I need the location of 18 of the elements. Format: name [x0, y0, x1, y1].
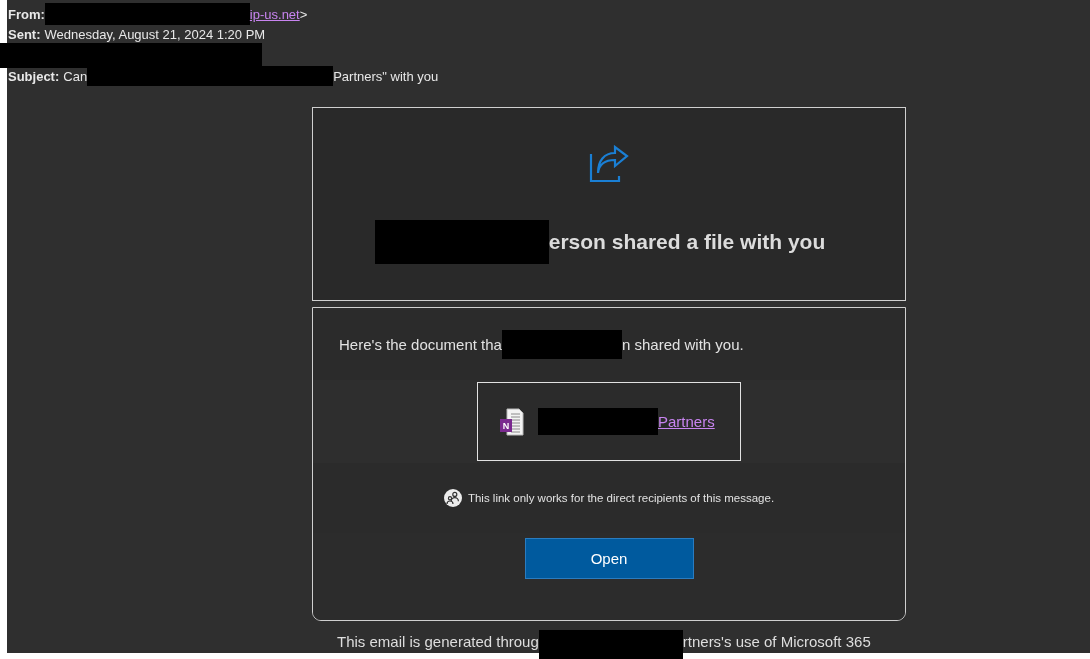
- header-text: >: [299, 6, 308, 22]
- sender-email-link[interactable]: ip-us.net: [249, 6, 300, 22]
- header-label: From:: [8, 6, 45, 22]
- file-link[interactable]: Partners: [658, 413, 715, 430]
- share-icon: [589, 145, 629, 183]
- message-text: n shared with you.: [621, 335, 744, 353]
- share-title: erson shared a file with you: [548, 230, 826, 254]
- footer-text: This email is generated throug: [337, 633, 539, 650]
- footer-text: rtners's use of Microsoft 365: [682, 633, 871, 650]
- people-icon: [443, 489, 462, 507]
- header-label: Sent:: [8, 26, 41, 42]
- notice-text: This link only works for the direct recipients of this message.: [467, 492, 775, 504]
- header-text: Wednesday, August 21, 2024 1:20 PM: [44, 26, 266, 42]
- header-label: Subject:: [8, 68, 60, 84]
- header-text: Partners" with you: [333, 68, 439, 84]
- message-text: Here's the document tha: [339, 335, 502, 353]
- open-button[interactable]: Open: [524, 538, 694, 579]
- header-text: Can: [63, 68, 88, 84]
